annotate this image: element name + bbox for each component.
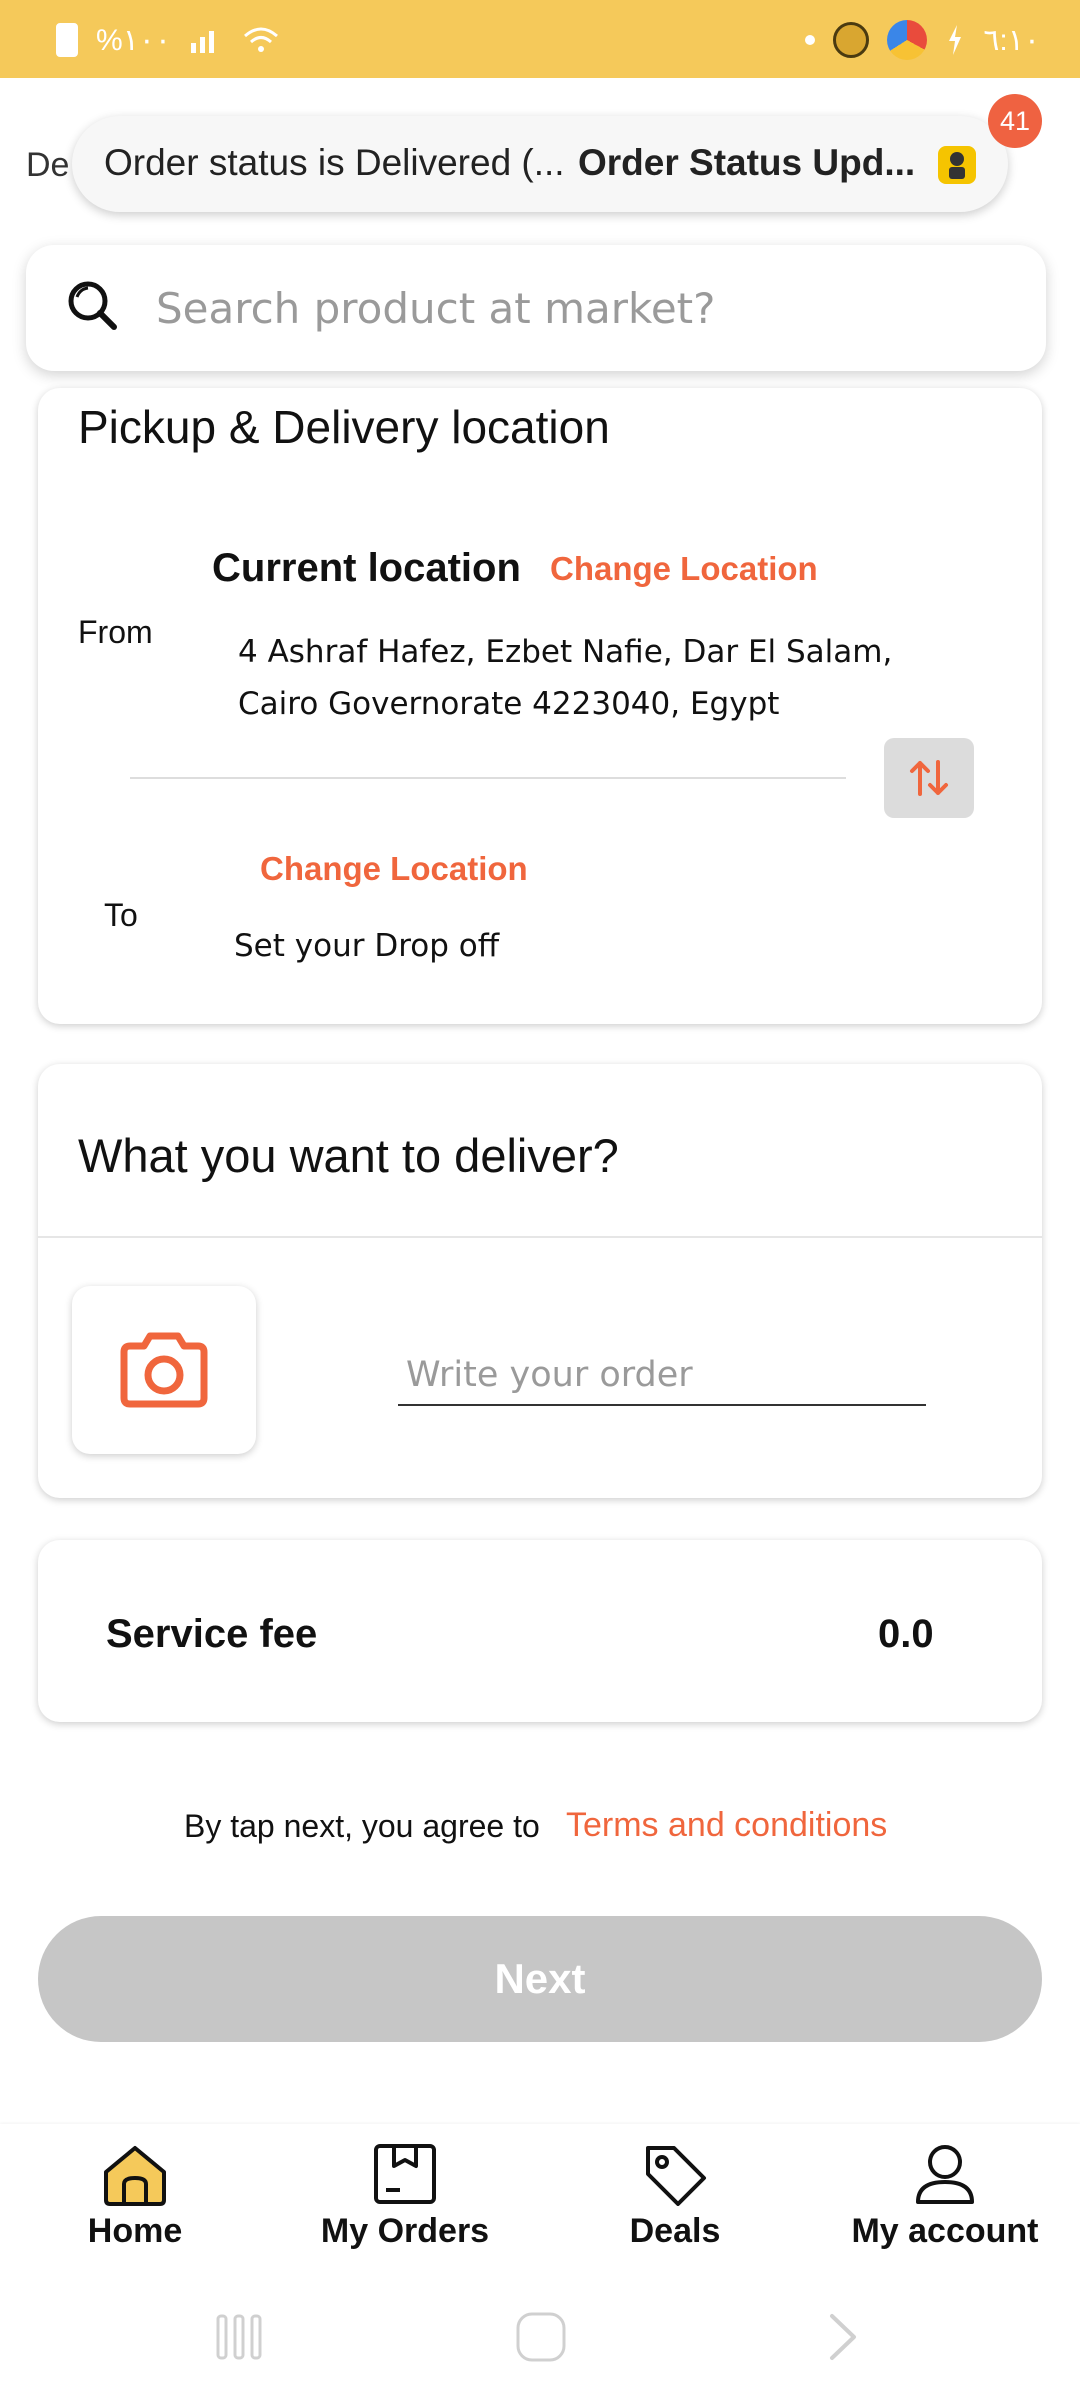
search-input[interactable] [156,267,1016,349]
recent-apps-icon[interactable] [214,2312,264,2362]
notification-badge[interactable]: 41 [988,94,1042,148]
app-notification-icon [833,22,870,58]
toast-text: Order status is Delivered (... [104,142,565,183]
clock: ٦:١٠ [983,23,1040,57]
order-text-input[interactable] [398,1346,926,1406]
battery-icon [56,23,78,57]
user-icon [916,2145,974,2204]
nav-home-label: Home [87,2212,183,2250]
status-bar: %١٠٠ ٦:١٠ [0,0,1080,78]
status-left: %١٠٠ [56,18,281,62]
battery-percent: %١٠٠ [96,23,172,57]
service-fee-label: Service fee [106,1612,318,1656]
nav-my-account[interactable]: My account [810,2124,1080,2274]
nav-deals[interactable]: Deals [540,2124,810,2274]
change-location-to-link[interactable]: Change Location [260,850,528,888]
swap-locations-button[interactable] [884,738,974,818]
charging-icon [949,25,962,55]
notification-toast[interactable]: Order status is Delivered (... Order Sta… [72,116,1008,212]
back-icon[interactable] [824,2312,864,2362]
from-label: From [78,614,153,650]
deliver-title: What you want to deliver? [78,1129,619,1182]
wifi-icon [244,27,279,52]
to-label: To [104,897,138,933]
dropoff-location[interactable]: Set your Drop off [234,928,499,964]
nav-home[interactable]: Home [0,2124,270,2274]
nav-my-orders[interactable]: My Orders [270,2124,540,2274]
change-location-from-link[interactable]: Change Location [550,550,818,588]
toast-title: Order Status Upd... [578,142,916,183]
divider [38,1236,1042,1238]
bottom-nav: Home My Orders Deals My account [0,2124,1080,2274]
swap-arrows-icon [910,760,948,796]
signal-icon [191,31,215,53]
divider [130,777,846,779]
header-partial-text: De [26,146,70,184]
pickup-address: 4 Ashraf Hafez, Ezbet Nafie, Dar El Sala… [238,634,893,722]
nav-my-orders-label: My Orders [320,2212,490,2250]
orders-box-icon [374,2144,436,2204]
pickup-delivery-title: Pickup & Delivery location [78,401,610,453]
system-nav-bar [0,2274,1080,2400]
camera-icon [120,1332,208,1408]
tag-icon [646,2146,706,2206]
terms-link[interactable]: Terms and conditions [566,1806,887,1845]
service-fee-value: 0.0 [878,1612,934,1656]
nav-my-account-label: My account [851,2212,1039,2250]
chrome-icon [887,20,928,60]
status-right: ٦:١٠ [805,18,1040,62]
home-icon [104,2146,166,2206]
home-system-icon[interactable] [514,2310,568,2364]
search-bar[interactable] [26,245,1046,371]
app-icon [938,146,976,184]
notification-dot-icon [805,35,816,45]
terms-prefix: By tap next, you agree to [184,1808,540,1844]
nav-deals-label: Deals [629,2212,721,2250]
add-photo-button[interactable] [72,1286,256,1454]
next-button[interactable]: Next [38,1916,1042,2042]
search-icon [68,281,117,330]
current-location-label: Current location [212,546,521,590]
